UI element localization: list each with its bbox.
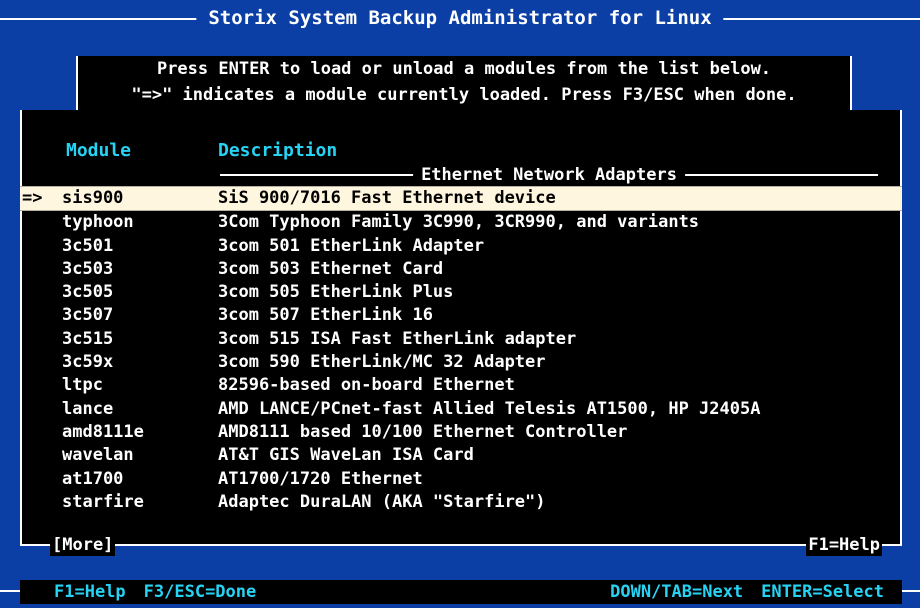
module-row-3c505[interactable]: 3c505 3com 505 EtherLink Plus — [20, 281, 902, 304]
module-row-typhoon[interactable]: typhoon 3Com Typhoon Family 3C990, 3CR99… — [20, 211, 902, 234]
footer-right-keys: DOWN/TAB=Next ENTER=Select — [610, 580, 884, 604]
panel-help-hint[interactable]: F1=Help — [806, 534, 882, 556]
instruction-line-2: "=>" indicates a module currently loaded… — [131, 85, 797, 105]
group-separator: Ethernet Network Adapters — [220, 164, 878, 186]
module-row-3c501[interactable]: 3c501 3com 501 EtherLink Adapter — [20, 235, 902, 258]
instructions-box: Press ENTER to load or unload a modules … — [76, 56, 852, 110]
more-indicator[interactable]: [More] — [50, 534, 116, 556]
group-label: Ethernet Network Adapters — [413, 164, 685, 186]
module-description: Adaptec DuraLAN (AKA "Starfire") — [218, 491, 546, 512]
module-name: at1700 — [62, 468, 124, 489]
module-name: 3c507 — [62, 305, 114, 326]
key-help-bar: F1=Help F3/ESC=Done DOWN/TAB=Next ENTER=Se… — [20, 580, 902, 604]
module-row-3c503[interactable]: 3c503 3com 503 Ethernet Card — [20, 258, 902, 281]
module-description: AMD8111 based 10/100 Ethernet Controller — [218, 421, 628, 442]
module-name: 3c501 — [62, 235, 114, 256]
module-name: 3c515 — [62, 328, 114, 349]
instruction-line-1: Press ENTER to load or unload a modules … — [156, 59, 772, 79]
loaded-indicator: => — [22, 188, 43, 208]
module-name: amd8111e — [62, 421, 144, 442]
module-description: 82596-based on-board Ethernet — [218, 375, 515, 396]
module-name: lance — [62, 398, 114, 419]
module-row-amd8111e[interactable]: amd8111e AMD8111 based 10/100 Ethernet C… — [20, 421, 902, 444]
module-description: 3com 590 EtherLink/MC 32 Adapter — [218, 352, 546, 373]
panel-bottom-rule — [20, 544, 902, 546]
module-name: starfire — [62, 491, 144, 512]
window-title: Storix System Backup Administrator for L… — [196, 4, 724, 32]
module-description: 3Com Typhoon Family 3C990, 3CR990, and v… — [218, 212, 700, 233]
module-description: AMD LANCE/PCnet-fast Allied Telesis AT15… — [218, 398, 761, 419]
module-description: 3com 501 EtherLink Adapter — [218, 235, 485, 256]
module-description: 3com 503 Ethernet Card — [218, 258, 444, 279]
module-name: wavelan — [62, 445, 134, 466]
module-name: 3c59x — [62, 352, 114, 373]
module-row-3c59x[interactable]: 3c59x 3com 590 EtherLink/MC 32 Adapter — [20, 351, 902, 374]
module-row-lance[interactable]: lance AMD LANCE/PCnet-fast Allied Telesi… — [20, 398, 902, 421]
module-row-sis900[interactable]: => sis900 SiS 900/7016 Fast Ethernet dev… — [20, 186, 902, 212]
terminal-screen: Storix System Backup Administrator for L… — [0, 0, 920, 608]
module-name: 3c505 — [62, 282, 114, 303]
next-key[interactable]: DOWN/TAB=Next — [610, 582, 743, 602]
module-row-3c507[interactable]: 3c507 3com 507 EtherLink 16 — [20, 304, 902, 327]
footer-left-keys: F1=Help F3/ESC=Done — [54, 580, 256, 604]
select-key[interactable]: ENTER=Select — [761, 582, 884, 602]
module-name: ltpc — [62, 375, 103, 396]
module-description: AT1700/1720 Ethernet — [218, 468, 423, 489]
done-key[interactable]: F3/ESC=Done — [144, 582, 257, 602]
module-list-panel: Module Description Ethernet Network Adap… — [20, 110, 902, 556]
module-name: typhoon — [62, 212, 134, 233]
module-description: 3com 515 ISA Fast EtherLink adapter — [218, 328, 577, 349]
help-key[interactable]: F1=Help — [54, 582, 126, 602]
module-description: 3com 505 EtherLink Plus — [218, 282, 454, 303]
column-header-module: Module — [66, 140, 132, 161]
module-description: 3com 507 EtherLink 16 — [218, 305, 433, 326]
module-description: SiS 900/7016 Fast Ethernet device — [218, 188, 556, 208]
module-description: AT&T GIS WaveLan ISA Card — [218, 445, 474, 466]
module-row-at1700[interactable]: at1700 AT1700/1720 Ethernet — [20, 468, 902, 491]
module-row-wavelan[interactable]: wavelan AT&T GIS WaveLan ISA Card — [20, 444, 902, 467]
module-name: 3c503 — [62, 258, 114, 279]
column-header-description: Description — [218, 140, 338, 161]
module-row-3c515[interactable]: 3c515 3com 515 ISA Fast EtherLink adapte… — [20, 328, 902, 351]
module-row-ltpc[interactable]: ltpc 82596-based on-board Ethernet — [20, 374, 902, 397]
module-row-starfire[interactable]: starfire Adaptec DuraLAN (AKA "Starfire"… — [20, 491, 902, 514]
module-list: => sis900 SiS 900/7016 Fast Ethernet dev… — [20, 186, 902, 514]
module-name: sis900 — [62, 188, 124, 208]
